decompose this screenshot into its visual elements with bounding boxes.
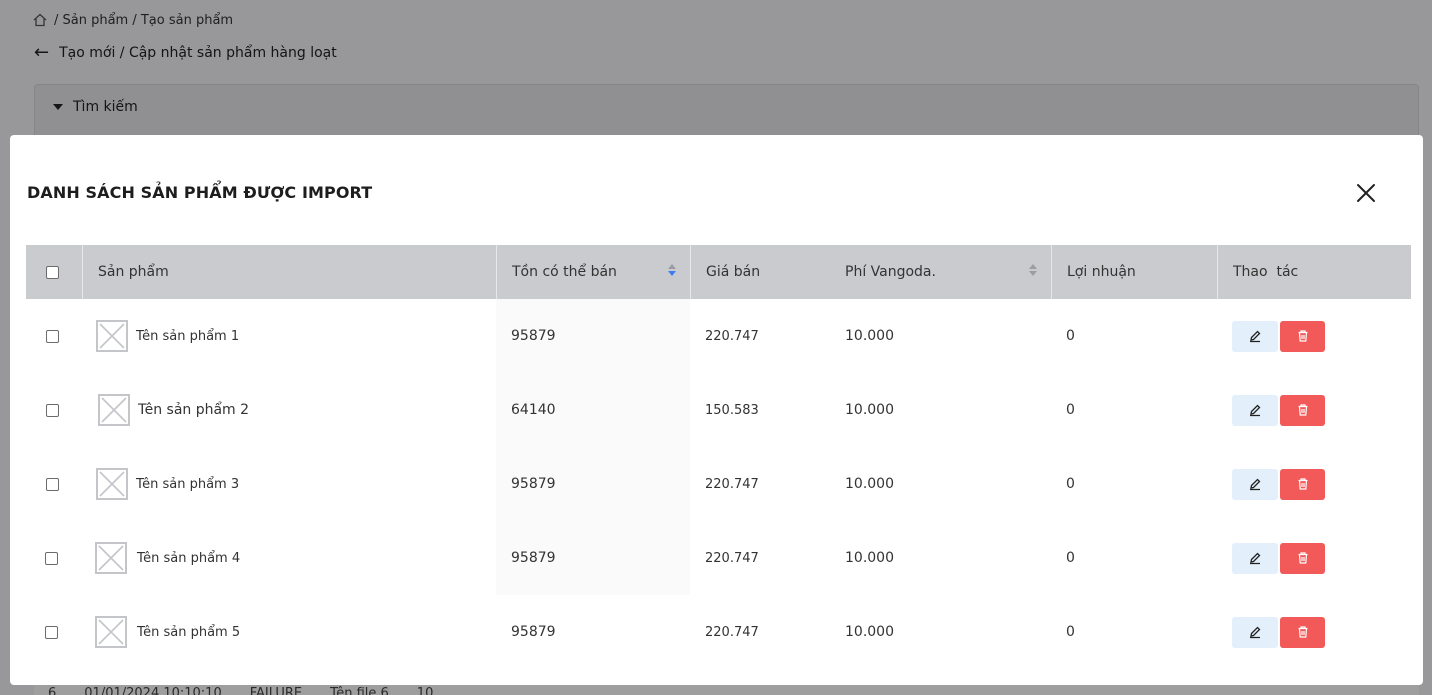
modal-title: DANH SÁCH SẢN PHẨM ĐƯỢC IMPORT [27, 183, 373, 202]
table-row: Tên sản phẩm 1 95879 220.747 10.000 0 [26, 299, 1411, 373]
stock-cell: 95879 [496, 447, 690, 521]
profit-cell: 0 [1066, 624, 1075, 640]
row-checkbox[interactable] [45, 625, 58, 639]
profit-cell: 0 [1066, 550, 1075, 566]
edit-button[interactable] [1232, 616, 1278, 648]
fee-cell: 10.000 [845, 402, 894, 418]
profit-cell: 0 [1066, 476, 1075, 492]
actions-cell [1217, 394, 1411, 426]
row-select-cell [26, 299, 82, 373]
product-name: Tên sản phẩm 2 [138, 402, 250, 418]
edit-button[interactable] [1232, 320, 1278, 352]
product-name: Tên sản phẩm 3 [136, 476, 240, 492]
delete-button[interactable] [1280, 616, 1325, 648]
header-select-all-cell [26, 245, 82, 299]
price-cell: 220.747 [705, 550, 759, 566]
delete-button[interactable] [1280, 320, 1325, 352]
price-cell: 220.747 [705, 476, 759, 492]
price-cell: 220.747 [705, 328, 759, 344]
trash-icon [1298, 478, 1307, 490]
header-actions-label: Thao tác [1233, 264, 1299, 280]
header-profit-label: Lợi nhuận [1067, 264, 1136, 280]
header-stock-label: Tồn có thể bán [512, 264, 617, 280]
fee-cell: 10.000 [845, 476, 894, 492]
table-row: Tên sản phẩm 5 95879 220.747 10.000 0 [26, 595, 1411, 669]
product-cell: Tên sản phẩm 4 [82, 521, 496, 595]
row-checkbox[interactable] [46, 477, 59, 491]
product-name: Tên sản phẩm 4 [137, 550, 241, 566]
table-header: Sản phẩm Tồn có thể bán Giá bán Phí Vang… [26, 245, 1411, 299]
header-fee[interactable]: Phí Vangoda. [830, 245, 1051, 299]
actions-cell [1217, 616, 1411, 648]
sort-icon[interactable] [668, 264, 676, 276]
actions-cell [1217, 320, 1411, 352]
trash-icon [1298, 330, 1307, 342]
table-row: Tên sản phẩm 2 64140 150.583 10.000 0 [26, 373, 1411, 447]
pencil-icon [1250, 478, 1261, 491]
pencil-icon [1250, 626, 1261, 639]
pencil-icon [1250, 404, 1261, 417]
profit-cell: 0 [1066, 328, 1075, 344]
product-cell: Tên sản phẩm 3 [82, 447, 496, 521]
actions-cell [1217, 542, 1411, 574]
product-name: Tên sản phẩm 5 [137, 624, 241, 640]
actions-cell [1217, 468, 1411, 500]
import-products-modal: DANH SÁCH SẢN PHẨM ĐƯỢC IMPORT Sản phẩm … [10, 135, 1423, 685]
edit-button[interactable] [1232, 394, 1278, 426]
product-name: Tên sản phẩm 1 [136, 328, 240, 344]
fee-cell: 10.000 [845, 550, 894, 566]
trash-icon [1298, 404, 1307, 416]
edit-button[interactable] [1232, 468, 1278, 500]
trash-icon [1298, 552, 1307, 564]
row-select-cell [26, 373, 82, 447]
trash-icon [1298, 626, 1307, 638]
delete-button[interactable] [1280, 468, 1325, 500]
table-row: Tên sản phẩm 4 95879 220.747 10.000 0 [26, 521, 1411, 595]
header-product: Sản phẩm [82, 245, 496, 299]
profit-cell: 0 [1066, 402, 1075, 418]
header-price: Giá bán [690, 245, 830, 299]
close-icon[interactable] [1354, 181, 1378, 205]
fee-cell: 10.000 [845, 328, 894, 344]
table-row: Tên sản phẩm 3 95879 220.747 10.000 0 [26, 447, 1411, 521]
header-stock[interactable]: Tồn có thể bán [496, 245, 690, 299]
pencil-icon [1250, 330, 1261, 343]
product-cell: Tên sản phẩm 2 [82, 373, 496, 447]
row-select-cell [26, 595, 82, 669]
row-select-cell [26, 521, 82, 595]
row-checkbox[interactable] [46, 403, 59, 417]
stock-cell: 95879 [496, 521, 690, 595]
image-placeholder-icon [98, 394, 130, 426]
header-product-label: Sản phẩm [98, 264, 169, 280]
select-all-checkbox[interactable] [46, 265, 59, 279]
stock-cell: 95879 [496, 299, 690, 373]
product-cell: Tên sản phẩm 1 [82, 299, 496, 373]
header-profit: Lợi nhuận [1051, 245, 1217, 299]
sort-icon[interactable] [1029, 264, 1037, 276]
price-cell: 150.583 [705, 402, 759, 418]
product-cell: Tên sản phẩm 5 [82, 595, 496, 669]
products-table: Sản phẩm Tồn có thể bán Giá bán Phí Vang… [26, 245, 1411, 669]
pencil-icon [1250, 552, 1261, 565]
image-placeholder-icon [96, 468, 128, 500]
price-cell: 220.747 [705, 624, 759, 640]
edit-button[interactable] [1232, 542, 1278, 574]
row-checkbox[interactable] [46, 329, 59, 343]
fee-cell: 10.000 [845, 624, 894, 640]
delete-button[interactable] [1280, 394, 1325, 426]
delete-button[interactable] [1280, 542, 1325, 574]
image-placeholder-icon [95, 542, 127, 574]
header-price-label: Giá bán [706, 264, 761, 280]
header-fee-label: Phí Vangoda. [845, 264, 936, 280]
image-placeholder-icon [96, 320, 128, 352]
row-select-cell [26, 447, 82, 521]
stock-cell: 95879 [511, 624, 556, 640]
row-checkbox[interactable] [45, 551, 58, 565]
image-placeholder-icon [95, 616, 127, 648]
stock-cell: 64140 [496, 373, 690, 447]
table-body: Tên sản phẩm 1 95879 220.747 10.000 0 Tê… [26, 299, 1411, 669]
header-actions: Thao tác [1217, 245, 1411, 299]
